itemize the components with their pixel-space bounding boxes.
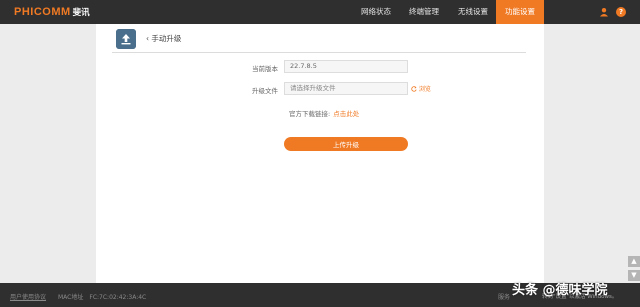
logo-text: PHICOMM xyxy=(14,6,71,18)
mac-label: MAC地址 xyxy=(58,294,84,301)
page-title: 手动升级 xyxy=(151,34,182,43)
browse-button[interactable]: 浏览 xyxy=(411,84,431,93)
upload-upgrade-button[interactable]: 上传升级 xyxy=(284,137,408,151)
user-agreement-link[interactable]: 用户使用协议 xyxy=(10,292,46,301)
back-link[interactable]: ‹ 手动升级 xyxy=(146,33,181,44)
current-version-value: 22.7.8.5 xyxy=(284,60,408,73)
browse-label: 浏览 xyxy=(418,86,431,93)
main-panel: ‹ 手动升级 当前版本 22.7.8.5 升级文件 请选择升级文件 浏览 官方下… xyxy=(96,24,544,283)
upload-icon xyxy=(116,29,136,49)
mac-value: FC:7C:02:42:3A:4C xyxy=(89,294,147,301)
top-bar: PHICOMM 斐讯 网络状态 终端管理 无线设置 功能设置 ? xyxy=(0,0,640,24)
scroll-top-button[interactable]: ▲ xyxy=(628,256,640,267)
refresh-icon xyxy=(411,86,417,92)
watermark: 头条 @德味学院 xyxy=(512,283,608,298)
chevron-left-icon: ‹ xyxy=(146,34,149,43)
nav-device-management[interactable]: 终端管理 xyxy=(399,0,449,24)
scroll-bottom-button[interactable]: ▼ xyxy=(628,270,640,281)
upgrade-file-input[interactable]: 请选择升级文件 xyxy=(284,82,408,95)
logo-cn: 斐讯 xyxy=(72,8,90,18)
official-download: 官方下载链接: 点击此处 xyxy=(289,108,359,118)
user-icon[interactable] xyxy=(599,7,609,17)
nav-wireless-settings[interactable]: 无线设置 xyxy=(448,0,498,24)
mac-address: MAC地址 FC:7C:02:42:3A:4C xyxy=(58,292,146,301)
help-icon[interactable]: ? xyxy=(616,7,626,17)
logo: PHICOMM 斐讯 xyxy=(14,6,90,18)
service-text: 服务 xyxy=(498,294,511,301)
nav-network-status[interactable]: 网络状态 xyxy=(348,0,404,24)
official-download-link[interactable]: 点击此处 xyxy=(333,110,359,118)
upgrade-file-label: 升级文件 xyxy=(252,87,278,95)
current-version-label: 当前版本 xyxy=(252,65,278,73)
nav-function-settings[interactable]: 功能设置 xyxy=(496,0,544,24)
official-download-label: 官方下载链接: xyxy=(289,110,331,118)
divider xyxy=(112,52,526,53)
